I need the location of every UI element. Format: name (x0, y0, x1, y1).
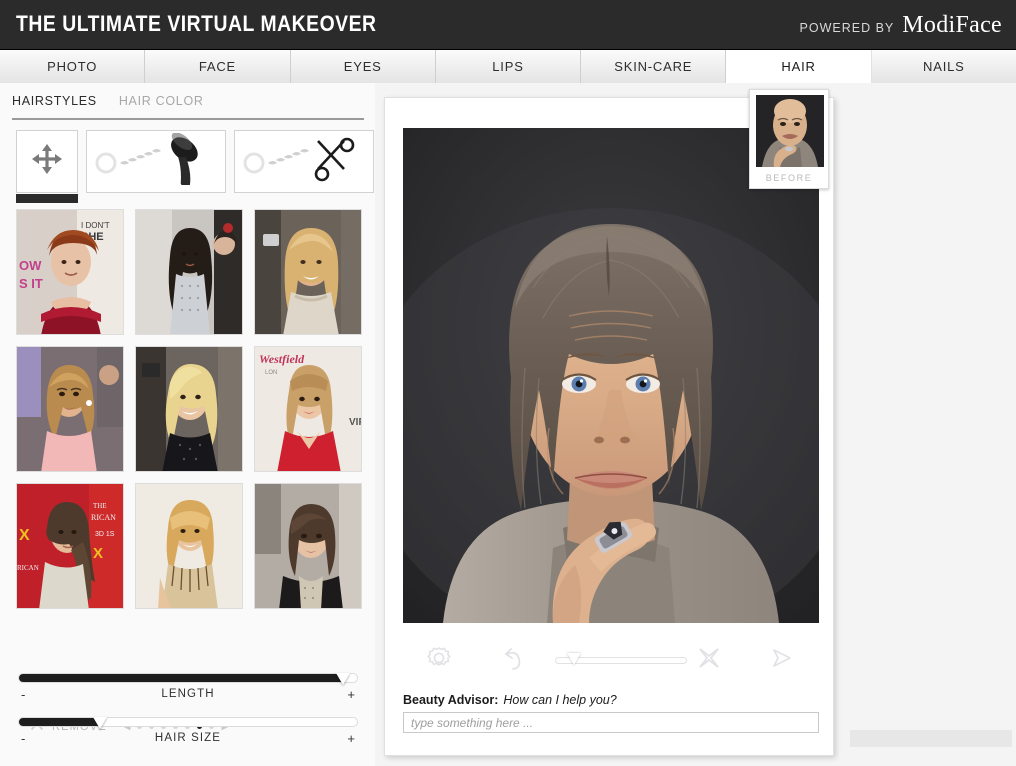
opacity-slider[interactable] (554, 653, 687, 666)
four-arrows-icon (29, 141, 65, 182)
before-photo-thumbnail (756, 95, 824, 167)
powered-by-label: POWERED BY (799, 21, 895, 35)
subtab-hair-color[interactable]: HAIR COLOR (119, 94, 204, 118)
active-tool-indicator (16, 194, 78, 203)
tab-skin-care[interactable]: SKIN-CARE (581, 50, 727, 83)
beauty-advisor-question: How can I help you? (503, 693, 617, 707)
scissors-icon (240, 133, 368, 190)
svg-text:LON: LON (265, 370, 277, 376)
svg-text:S IT: S IT (19, 276, 43, 291)
tab-eyes[interactable]: EYES (290, 50, 436, 83)
opacity-slider-handle[interactable] (567, 653, 581, 665)
hair-size-slider-label: HAIR SIZE (154, 732, 222, 744)
app-title: THE ULTIMATE VIRTUAL MAKEOVER (16, 11, 377, 36)
move-tool-button[interactable] (16, 130, 78, 203)
hairstyle-thumb-2[interactable] (135, 209, 243, 335)
svg-text:I DON'T: I DON'T (81, 221, 110, 230)
photo-toolbar (403, 638, 819, 682)
beauty-advisor-input[interactable] (403, 712, 819, 733)
hair-size-slider-handle[interactable] (93, 717, 108, 729)
hair-size-increase-button[interactable]: + (347, 731, 355, 746)
play-triangle-icon (768, 644, 796, 677)
before-label: BEFORE (765, 173, 813, 183)
beauty-advisor-line: Beauty Advisor: How can I help you? (403, 693, 617, 707)
svg-text:X: X (19, 527, 30, 544)
tab-hair[interactable]: HAIR (726, 50, 872, 83)
svg-text:Westfield: Westfield (259, 352, 305, 366)
svg-text:THE: THE (93, 502, 107, 510)
powered-by-block: POWERED BY ModiFace (800, 12, 1002, 39)
length-slider-handle[interactable] (336, 673, 351, 685)
brush-tool-button[interactable] (86, 130, 226, 193)
x-cross-icon (696, 645, 722, 676)
svg-text:3D 1S: 3D 1S (95, 531, 115, 538)
preview-panel: BEFORE Beauty Advisor: How can I help yo… (384, 89, 834, 756)
svg-text:RICAN: RICAN (17, 564, 39, 572)
gear-icon (425, 644, 453, 677)
length-increase-button[interactable]: + (347, 687, 355, 702)
undo-arrow-icon (498, 644, 526, 677)
before-photo-card[interactable]: BEFORE (749, 89, 829, 189)
hairstyle-thumb-4[interactable] (16, 346, 124, 472)
svg-text:RICAN: RICAN (91, 513, 116, 522)
hair-tool-buttons (16, 130, 374, 203)
hairstyles-sidebar: HAIRSTYLES HAIR COLOR I DON'T SHE OW S I… (0, 83, 375, 766)
tab-photo[interactable]: PHOTO (0, 50, 146, 83)
hair-size-slider-track[interactable] (18, 717, 358, 729)
hair-size-slider-labels: - HAIR SIZE + (18, 731, 358, 747)
main-photo[interactable] (403, 128, 819, 623)
length-slider-fill (19, 674, 344, 682)
hairstyle-thumb-7[interactable]: THE RICAN 3D 1S X X RICAN (16, 483, 124, 609)
hairstyle-thumb-6[interactable]: Westfield LON VIF (254, 346, 362, 472)
main-tab-bar: PHOTO FACE EYES LIPS SKIN-CARE HAIR NAIL… (0, 50, 1016, 83)
length-slider-label: LENGTH (161, 688, 215, 700)
svg-text:OW: OW (19, 258, 42, 273)
tab-face[interactable]: FACE (145, 50, 291, 83)
scissors-tool-button[interactable] (234, 130, 374, 193)
beauty-advisor-label: Beauty Advisor: (403, 693, 499, 707)
hairstyle-thumbnail-grid: I DON'T SHE OW S IT Westfield LON VI THE… (16, 209, 362, 609)
hair-size-slider-block: - HAIR SIZE + (18, 717, 358, 747)
play-button[interactable] (746, 644, 819, 677)
hairstyle-thumb-5[interactable] (135, 346, 243, 472)
svg-text:X: X (93, 545, 103, 562)
hair-size-slider-fill (19, 718, 101, 726)
app-header: THE ULTIMATE VIRTUAL MAKEOVER POWERED BY… (0, 0, 1016, 50)
hairstyle-thumb-3[interactable] (254, 209, 362, 335)
settings-gear-button[interactable] (403, 644, 476, 677)
length-slider-block: - LENGTH + (18, 673, 358, 703)
page-body: HAIRSTYLES HAIR COLOR I DON'T SHE OW S I… (0, 83, 1016, 766)
hairstyle-thumb-1[interactable]: I DON'T SHE OW S IT (16, 209, 124, 335)
length-slider-labels: - LENGTH + (18, 687, 358, 703)
length-slider-track[interactable] (18, 673, 358, 685)
tab-lips[interactable]: LIPS (435, 50, 582, 83)
modiface-brand-logo: ModiFace (902, 12, 1002, 38)
subtab-hairstyles[interactable]: HAIRSTYLES (12, 94, 97, 118)
svg-text:VIF: VIF (349, 417, 362, 428)
hairstyle-thumb-9[interactable] (254, 483, 362, 609)
hairbrush-icon (92, 132, 220, 190)
hair-subtab-bar: HAIRSTYLES HAIR COLOR (12, 94, 364, 120)
hairstyle-thumb-8[interactable] (135, 483, 243, 609)
undo-button[interactable] (476, 644, 549, 677)
tab-nails[interactable]: NAILS (871, 50, 1016, 83)
footer-bar (850, 730, 1012, 747)
